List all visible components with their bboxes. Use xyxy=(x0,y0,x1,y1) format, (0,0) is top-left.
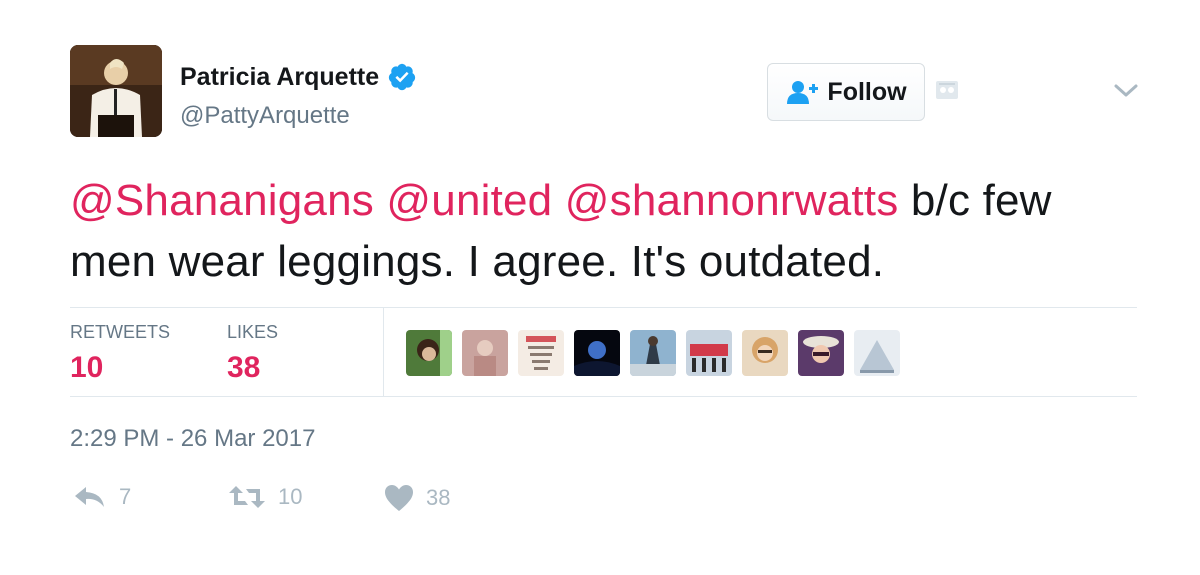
reply-icon xyxy=(75,487,104,507)
reply-button[interactable]: 7 xyxy=(73,484,131,510)
add-user-icon xyxy=(787,81,819,104)
retweets-count: 10 xyxy=(70,351,104,384)
mention-link[interactable]: @shannonrwatts xyxy=(565,176,899,225)
mention-link[interactable]: @Shananigans xyxy=(70,176,374,225)
follow-button[interactable]: Follow xyxy=(767,63,925,121)
tweet-text: @Shananigans @united @shannonrwatts b/c … xyxy=(70,170,1150,292)
divider xyxy=(70,307,1137,308)
mention-link[interactable]: @united xyxy=(386,176,552,225)
reply-count: 7 xyxy=(119,484,132,509)
retweet-count: 10 xyxy=(278,484,303,509)
likes-stat[interactable]: LIKES 38 xyxy=(227,322,278,385)
liker-avatar[interactable] xyxy=(798,330,844,376)
liker-avatar[interactable] xyxy=(518,330,564,376)
retweet-button[interactable]: 10 xyxy=(228,484,302,510)
liker-avatar[interactable] xyxy=(854,330,900,376)
liker-avatar[interactable] xyxy=(462,330,508,376)
retweet-icon xyxy=(229,486,265,508)
stats-divider xyxy=(383,308,384,396)
divider xyxy=(70,396,1137,397)
like-button[interactable]: 38 xyxy=(384,484,450,512)
avatar-image xyxy=(70,45,162,137)
likes-label: LIKES xyxy=(227,322,279,342)
heart-icon xyxy=(385,485,413,511)
retweets-label: RETWEETS xyxy=(70,322,171,342)
chevron-down-icon[interactable] xyxy=(1112,80,1140,100)
like-count: 38 xyxy=(426,485,451,510)
author-name-row[interactable]: Patricia Arquette xyxy=(180,62,417,92)
likes-count: 38 xyxy=(227,351,261,384)
verified-badge-icon xyxy=(389,63,416,91)
liker-avatar[interactable] xyxy=(406,330,452,376)
liker-avatar[interactable] xyxy=(574,330,620,376)
author-name[interactable]: Patricia Arquette xyxy=(180,63,379,92)
liker-avatar[interactable] xyxy=(686,330,732,376)
follow-label: Follow xyxy=(827,77,907,106)
likers-avatar-list xyxy=(406,330,900,376)
tweet-timestamp[interactable]: 2:29 PM - 26 Mar 2017 xyxy=(70,425,315,453)
author-handle[interactable]: @PattyArquette xyxy=(180,102,350,130)
liker-avatar[interactable] xyxy=(630,330,676,376)
embed-icon[interactable] xyxy=(935,80,959,100)
liker-avatar[interactable] xyxy=(742,330,788,376)
retweets-stat[interactable]: RETWEETS 10 xyxy=(70,322,170,385)
avatar[interactable] xyxy=(70,45,162,137)
